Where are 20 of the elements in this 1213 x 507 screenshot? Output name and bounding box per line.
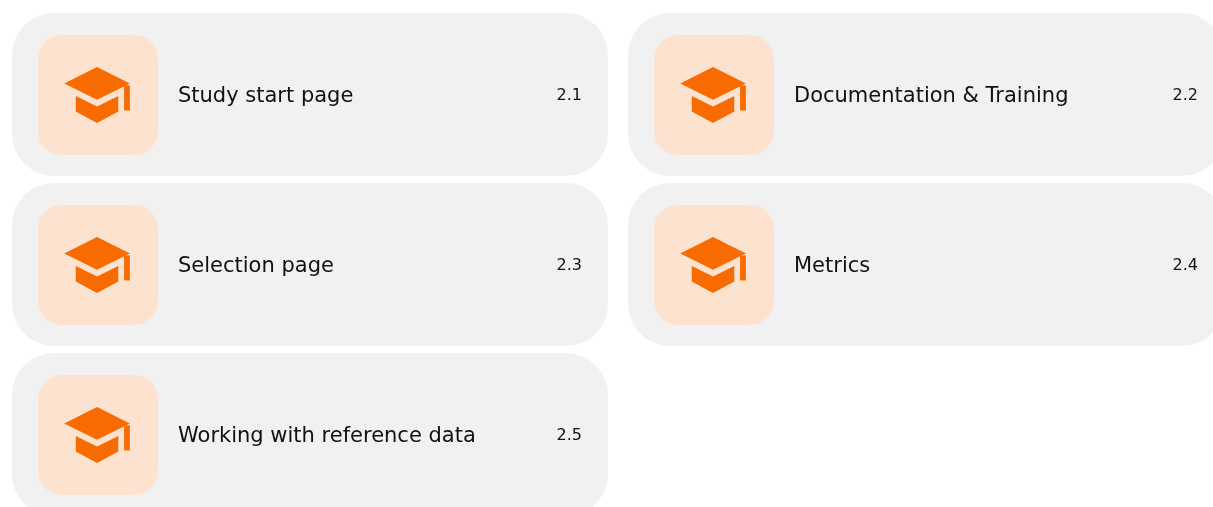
- lesson-card[interactable]: Documentation & Training 2.2: [628, 13, 1213, 176]
- lesson-title: Study start page: [178, 82, 355, 107]
- lesson-title: Metrics: [794, 252, 872, 277]
- lesson-title: Documentation & Training: [794, 82, 1070, 107]
- graduation-cap-icon: [680, 236, 748, 293]
- graduation-cap-icon: [680, 66, 748, 123]
- graduation-cap-icon: [64, 406, 132, 463]
- lesson-card[interactable]: Selection page 2.3: [12, 183, 608, 346]
- lesson-number: 2.1: [556, 85, 582, 104]
- lesson-card[interactable]: Metrics 2.4: [628, 183, 1213, 346]
- lesson-number: 2.5: [556, 425, 582, 444]
- lesson-number: 2.3: [556, 255, 582, 274]
- graduation-cap-icon: [64, 236, 132, 293]
- graduation-cap-icon: [64, 66, 132, 123]
- lesson-card[interactable]: Study start page 2.1: [12, 13, 608, 176]
- lesson-number: 2.2: [1172, 85, 1198, 104]
- lesson-title: Selection page: [178, 252, 335, 277]
- lesson-card[interactable]: Working with reference data 2.5: [12, 353, 608, 507]
- lesson-number: 2.4: [1172, 255, 1198, 274]
- lesson-title: Working with reference data: [178, 422, 477, 447]
